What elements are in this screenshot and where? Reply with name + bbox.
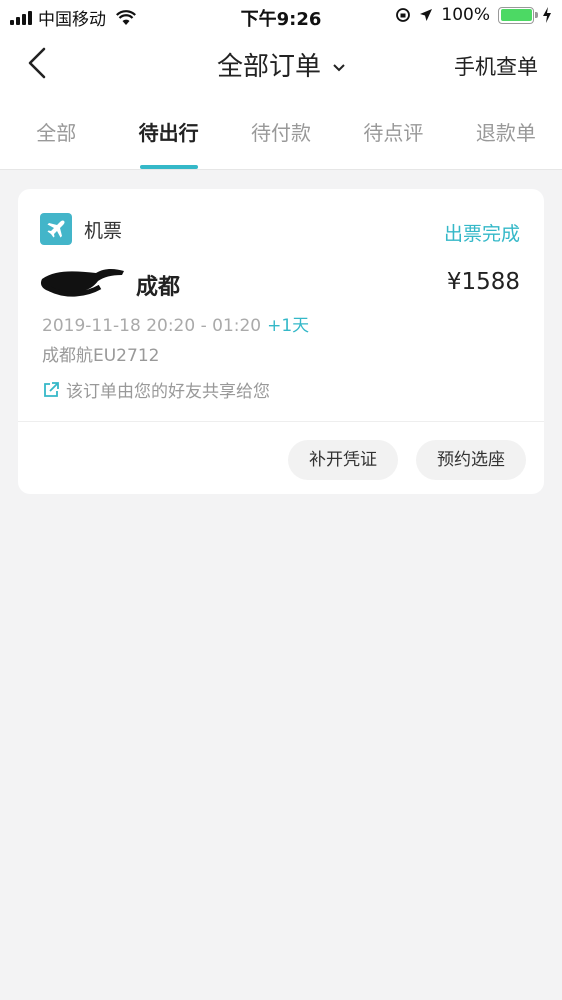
flight-time: 2019-11-18 20:20 - 01:20 +1天 — [42, 311, 309, 336]
chevron-down-icon — [333, 63, 345, 71]
reissue-voucher-button[interactable]: 补开凭证 — [288, 440, 398, 480]
shared-note: 该订单由您的好友共享给您 — [42, 377, 270, 402]
tab-pending-travel[interactable]: 待出行 — [112, 96, 224, 169]
order-tabs: 全部 待出行 待付款 待点评 退款单 — [0, 96, 562, 170]
order-type-label: 机票 — [84, 219, 123, 242]
location-icon — [420, 9, 433, 21]
tab-pending-review[interactable]: 待点评 — [337, 96, 449, 169]
navbar: 全部订单 手机查单 — [0, 32, 562, 96]
redacted-origin — [40, 269, 124, 297]
header-area: 中国移动 下午9:26 100% 全部订单 手机查单 全部 待出行 待付款 待点… — [0, 0, 562, 170]
flight-time-range: 2019-11-18 20:20 - 01:20 — [42, 316, 262, 336]
tab-pending-payment[interactable]: 待付款 — [225, 96, 337, 169]
order-price: ¥1588 — [446, 269, 520, 295]
destination-city: 成都 — [136, 275, 181, 300]
charging-icon — [543, 7, 551, 23]
phone-lookup-link[interactable]: 手机查单 — [454, 51, 538, 81]
seat-reservation-button[interactable]: 预约选座 — [416, 440, 526, 480]
next-day-badge: +1天 — [267, 316, 310, 336]
orientation-lock-icon — [396, 8, 411, 22]
battery-percent: 100% — [441, 5, 490, 25]
order-status: 出票完成 — [443, 223, 520, 245]
shared-note-text: 该订单由您的好友共享给您 — [66, 382, 270, 402]
share-icon — [44, 381, 59, 397]
flight-number: 成都航EU2712 — [42, 346, 160, 366]
page-title: 全部订单 — [216, 52, 321, 82]
card-header: 机票 — [40, 213, 122, 245]
status-right: 100% — [395, 5, 552, 25]
order-card[interactable]: 机票 出票完成 成都 ¥1588 2019-11-18 20:20 - 01:2… — [18, 189, 544, 494]
battery-fill — [500, 9, 532, 21]
status-bar: 中国移动 下午9:26 100% — [0, 0, 562, 32]
tab-refunds[interactable]: 退款单 — [450, 96, 562, 169]
plane-icon — [40, 213, 72, 245]
card-divider — [18, 421, 544, 422]
battery-icon — [498, 6, 538, 24]
tab-all[interactable]: 全部 — [0, 96, 112, 169]
